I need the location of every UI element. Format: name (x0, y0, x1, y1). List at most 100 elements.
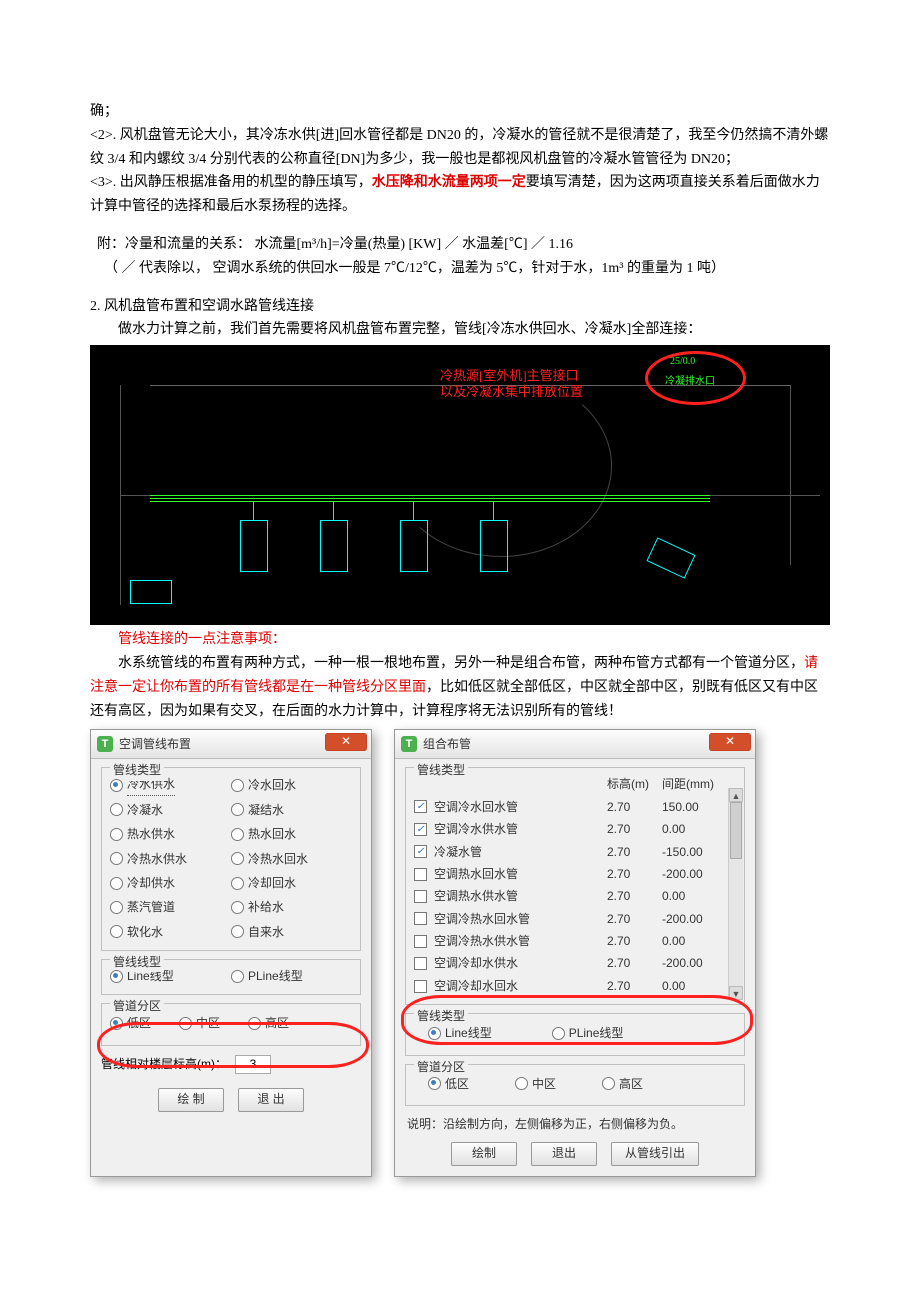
row-dist[interactable]: -200.00 (662, 909, 724, 929)
radio-condensed[interactable]: 凝结水 (231, 800, 352, 820)
radio-zone-high[interactable]: 高区 (248, 1013, 289, 1033)
row-check[interactable]: ✓ (414, 800, 434, 813)
radio-condensate[interactable]: 冷凝水 (110, 800, 231, 820)
radio-soft[interactable]: 软化水 (110, 922, 231, 942)
row-check[interactable] (414, 957, 434, 970)
radio-cool-return[interactable]: 冷却回水 (231, 873, 352, 893)
document-page: 确； <2>. 风机盘管无论大小，其冷冻水供[进]回水管径都是 DN20 的，冷… (0, 0, 920, 1217)
scroll-down-icon[interactable]: ▼ (729, 986, 743, 1000)
row-dist[interactable]: -200.00 (662, 864, 724, 884)
radio-zone-mid[interactable]: 中区 (179, 1013, 220, 1033)
row-name: 空调冷水回水管 (434, 797, 607, 817)
row-name: 空调冷却水回水 (434, 976, 607, 996)
radio-hot-return[interactable]: 热水回水 (231, 824, 352, 844)
row-dist[interactable]: 0.00 (662, 931, 724, 951)
row-check[interactable]: ✓ (414, 823, 434, 836)
hint-text: 说明：沿绘制方向，左侧偏移为正，右侧偏移为负。 (407, 1114, 743, 1134)
pipe-table: 标高(m) 间距(mm) ✓ 空调冷水回水管 2.70 150.00 ✓ 空调冷… (414, 774, 724, 996)
radio-pline[interactable]: PLine线型 (231, 966, 352, 986)
combo-pipe-dialog: T 组合布管 ✕ 管线类型 标高(m) 间距(mm) ✓ 空调冷水回水管 2.7… (394, 729, 756, 1177)
close-icon[interactable]: ✕ (325, 733, 367, 751)
row-check[interactable] (414, 868, 434, 881)
row-elev[interactable]: 2.70 (607, 864, 662, 884)
row-check[interactable] (414, 980, 434, 993)
radio-pline[interactable]: PLine线型 (552, 1023, 624, 1043)
draw-button[interactable]: 绘制 (451, 1142, 517, 1166)
scroll-up-icon[interactable]: ▲ (729, 788, 743, 802)
group-label: 管线类型 (414, 760, 468, 780)
radio-ch-return[interactable]: 冷热水回水 (231, 849, 352, 869)
row-name: 冷凝水管 (434, 842, 607, 862)
row-elev[interactable]: 2.70 (607, 842, 662, 862)
paragraph: 附：冷量和流量的关系： 水流量[m³/h]=冷量(热量) [KW] ／ 水温差[… (90, 233, 830, 257)
dialog-title: 组合布管 (423, 734, 471, 754)
col-header-dist: 间距(mm) (662, 774, 724, 794)
group-label: 管线类型 (414, 1006, 468, 1026)
row-elev[interactable]: 2.70 (607, 819, 662, 839)
pipe-type-group: 管线类型 冷水供水 冷水回水 冷凝水 凝结水 热水供水 热水回水 冷热水供水 冷… (101, 767, 361, 951)
close-icon[interactable]: ✕ (709, 733, 751, 751)
radio-zone-mid[interactable]: 中区 (515, 1074, 556, 1094)
cad-floorplan-image: 冷热源[室外机]主管接口 以及冷凝水集中排放位置 25/0.0 冷凝排水口 (90, 345, 830, 625)
exit-button[interactable]: 退出 (531, 1142, 597, 1166)
line-type-group: 管线线型 Line线型 PLine线型 (101, 959, 361, 995)
row-elev[interactable]: 2.70 (607, 953, 662, 973)
cad-label: 25/0.0 (670, 353, 695, 370)
row-dist[interactable]: -150.00 (662, 842, 724, 862)
emphasis-text: 水压降和水流量两项一定 (372, 175, 526, 190)
row-check[interactable] (414, 935, 434, 948)
app-icon: T (401, 736, 417, 752)
draw-button[interactable]: 绘 制 (158, 1088, 224, 1112)
text: 水系统管线的布置有两种方式，一种一根一根地布置，另外一种是组合布管，两种布管方式… (118, 656, 804, 671)
row-dist[interactable]: 0.00 (662, 819, 724, 839)
pipe-layout-dialog: T 空调管线布置 ✕ 管线类型 冷水供水 冷水回水 冷凝水 凝结水 热水供水 热… (90, 729, 372, 1177)
row-dist[interactable]: -200.00 (662, 953, 724, 973)
radio-ch-supply[interactable]: 冷热水供水 (110, 849, 231, 869)
radio-cool-supply[interactable]: 冷却供水 (110, 873, 231, 893)
row-name: 空调冷热水回水管 (434, 909, 607, 929)
row-name: 空调冷热水供水管 (434, 931, 607, 951)
from-pipe-button[interactable]: 从管线引出 (611, 1142, 699, 1166)
radio-zone-high[interactable]: 高区 (602, 1074, 643, 1094)
row-dist[interactable]: 0.00 (662, 976, 724, 996)
radio-label: 冷却供水 (127, 873, 175, 893)
row-dist[interactable]: 0.00 (662, 886, 724, 906)
radio-label: 自来水 (248, 922, 284, 942)
scroll-thumb[interactable] (730, 802, 742, 859)
row-elev[interactable]: 2.70 (607, 909, 662, 929)
radio-hot-supply[interactable]: 热水供水 (110, 824, 231, 844)
zone-group: 管道分区 低区 中区 高区 (405, 1064, 745, 1106)
row-check[interactable] (414, 890, 434, 903)
app-icon: T (97, 736, 113, 752)
row-elev[interactable]: 2.70 (607, 976, 662, 996)
scrollbar[interactable]: ▲ ▼ (728, 788, 743, 1000)
elevation-row: 管线相对楼层标高(m)： 3 (101, 1054, 361, 1074)
row-elev[interactable]: 2.70 (607, 797, 662, 817)
paragraph: 做水力计算之前，我们首先需要将风机盘管布置完整，管线[冷冻水供回水、冷凝水]全部… (90, 318, 830, 342)
titlebar[interactable]: T 空调管线布置 ✕ (91, 730, 371, 759)
section-heading: 2. 风机盘管布置和空调水路管线连接 (90, 295, 830, 319)
elevation-input[interactable]: 3 (235, 1055, 271, 1074)
zone-group: 管道分区 低区 中区 高区 (101, 1003, 361, 1045)
radio-label: 冷却回水 (248, 873, 296, 893)
radio-makeup[interactable]: 补给水 (231, 897, 352, 917)
titlebar[interactable]: T 组合布管 ✕ (395, 730, 755, 759)
text: <3>. 出风静压根据准备用的机型的静压填写， (90, 175, 372, 190)
group-label: 管线类型 (110, 760, 164, 780)
radio-label: 冷热水供水 (127, 849, 187, 869)
radio-cold-return[interactable]: 冷水回水 (231, 774, 352, 795)
group-label: 管道分区 (414, 1057, 468, 1077)
row-check[interactable] (414, 912, 434, 925)
radio-steam[interactable]: 蒸汽管道 (110, 897, 231, 917)
row-elev[interactable]: 2.70 (607, 886, 662, 906)
radio-label: PLine线型 (569, 1023, 624, 1043)
row-elev[interactable]: 2.70 (607, 931, 662, 951)
row-name: 空调热水回水管 (434, 864, 607, 884)
radio-label: 高区 (265, 1013, 289, 1033)
row-dist[interactable]: 150.00 (662, 797, 724, 817)
exit-button[interactable]: 退 出 (238, 1088, 304, 1112)
row-name: 空调冷却水供水 (434, 953, 607, 973)
radio-tap[interactable]: 自来水 (231, 922, 352, 942)
paragraph: 水系统管线的布置有两种方式，一种一根一根地布置，另外一种是组合布管，两种布管方式… (90, 652, 830, 723)
row-check[interactable]: ✓ (414, 845, 434, 858)
